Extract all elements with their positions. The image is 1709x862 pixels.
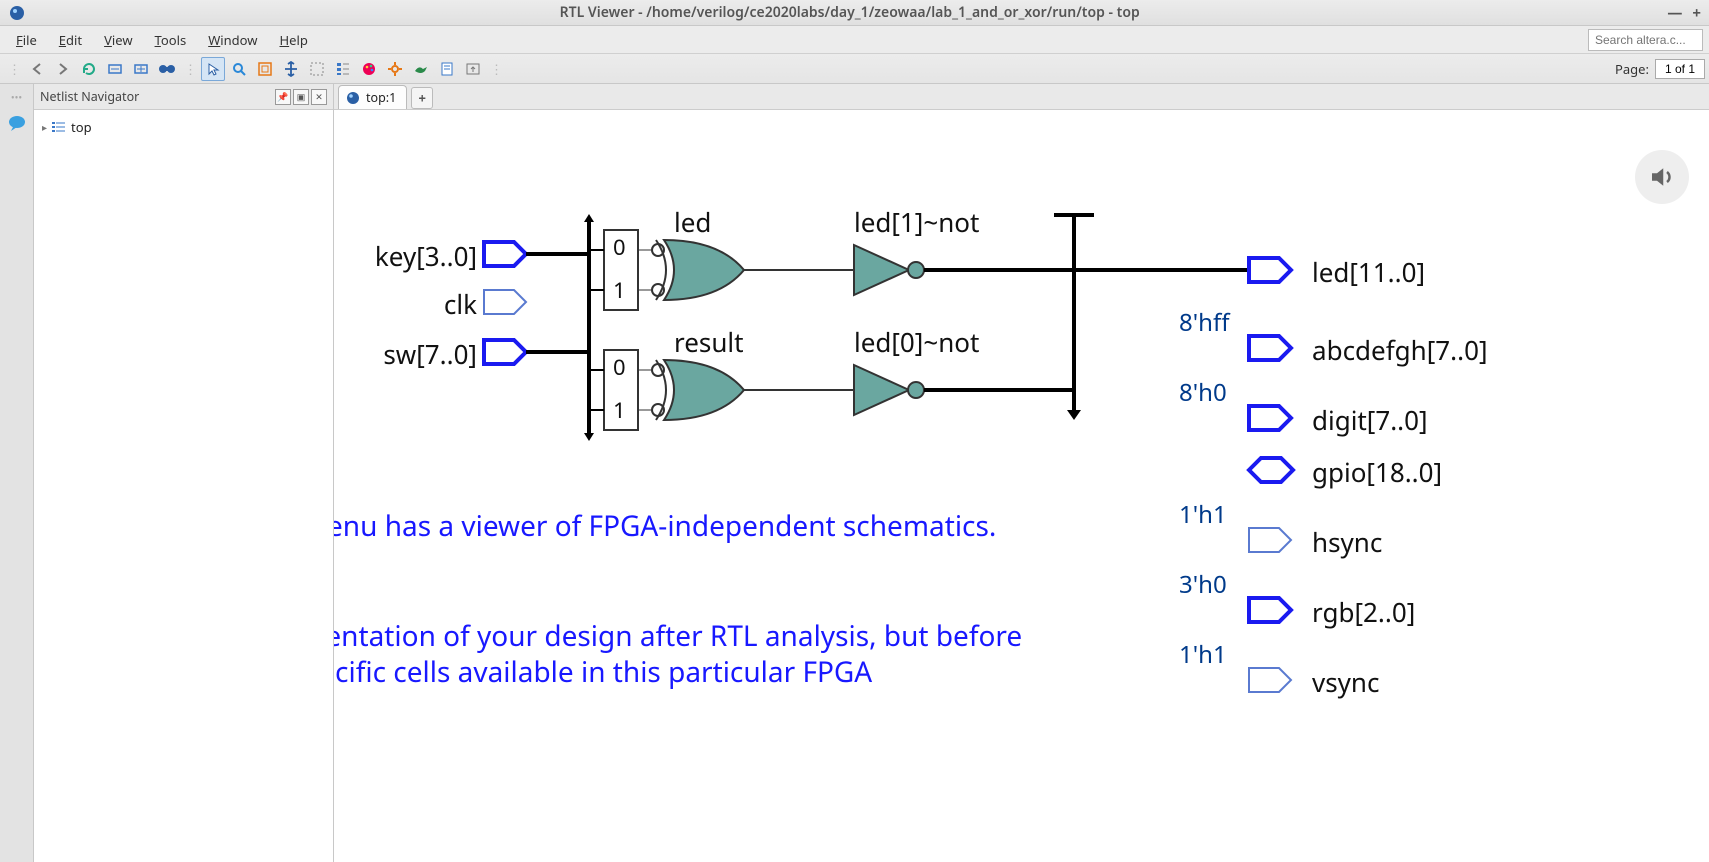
gate-result-or[interactable]	[656, 360, 744, 420]
tab-label: top:1	[366, 89, 396, 106]
label-not0: led[0]~not	[854, 324, 979, 360]
menu-edit[interactable]: Edit	[49, 28, 94, 52]
schematic-canvas[interactable]: key[3..0] clk sw[7..0] 0 1 0 1 led resul…	[334, 110, 1709, 862]
const-8h0: 8'h0	[1179, 376, 1227, 409]
annotation-p1: The task window menu has a viewer of FPG…	[334, 508, 1054, 544]
palette-tool[interactable]	[357, 57, 381, 81]
label-out-hsync: hsync	[1312, 524, 1382, 560]
tree-caret-icon[interactable]: ▸	[42, 120, 47, 134]
label-out-vsync: vsync	[1312, 664, 1379, 700]
menubar: File Edit View Tools Window Help	[0, 26, 1709, 54]
bird-tool[interactable]	[409, 57, 433, 81]
muxidx-1a: 1	[613, 275, 626, 305]
window-title: RTL Viewer - /home/verilog/ce2020labs/da…	[32, 3, 1667, 22]
refresh-button[interactable]	[77, 57, 101, 81]
zoom-in-button[interactable]	[129, 57, 153, 81]
tree-node-label: top	[71, 118, 92, 136]
tree-node-top[interactable]: ▸ top	[40, 116, 327, 138]
maximize-button[interactable]: +	[1692, 3, 1701, 23]
titlebar: RTL Viewer - /home/verilog/ce2020labs/da…	[0, 0, 1709, 26]
muxidx-0a: 0	[613, 232, 626, 262]
toolbar: ⋮ ⋮ ⋮ Page:	[0, 54, 1709, 84]
port-digit[interactable]	[1249, 406, 1291, 430]
label-out-gpio: gpio[18..0]	[1312, 454, 1442, 490]
fit-tool[interactable]	[253, 57, 277, 81]
toolbar-sep: ⋮	[180, 60, 200, 78]
const-3h0: 3'h0	[1179, 568, 1227, 601]
zoom-tool[interactable]	[227, 57, 251, 81]
gutter-dots-icon: •••	[11, 90, 22, 104]
label-gate-result: result	[674, 324, 744, 360]
port-vsync[interactable]	[1249, 668, 1291, 692]
port-hsync[interactable]	[1249, 528, 1291, 552]
label-clk: clk	[359, 286, 477, 322]
forward-button[interactable]	[51, 57, 75, 81]
export-tool[interactable]	[461, 57, 485, 81]
gate-not-led0[interactable]	[854, 365, 924, 415]
pointer-tool[interactable]	[201, 57, 225, 81]
panel-close-icon[interactable]: ✕	[311, 89, 327, 105]
netlist-tree[interactable]: ▸ top	[34, 110, 333, 862]
tab-top1[interactable]: top:1	[338, 85, 407, 109]
menu-file[interactable]: File	[6, 28, 49, 52]
label-gate-led: led	[674, 204, 711, 240]
find-button[interactable]	[155, 57, 179, 81]
back-button[interactable]	[25, 57, 49, 81]
panel-title: Netlist Navigator	[40, 88, 139, 105]
port-clk[interactable]	[484, 290, 526, 314]
port-rgb[interactable]	[1249, 598, 1291, 622]
schematic-svg	[334, 110, 1704, 862]
const-1h1a: 1'h1	[1179, 498, 1227, 531]
tab-strip: top:1 +	[334, 84, 1709, 110]
port-abcdefgh[interactable]	[1249, 336, 1291, 360]
settings-tool[interactable]	[383, 57, 407, 81]
gate-led-or[interactable]	[656, 240, 744, 300]
port-led-out[interactable]	[1249, 258, 1291, 282]
tree-node-icon	[51, 120, 67, 134]
menu-view[interactable]: View	[94, 28, 144, 52]
left-gutter: •••	[0, 84, 34, 862]
netlist-navigator-panel: Netlist Navigator 📌 ▣ ✕ ▸ top	[34, 84, 334, 862]
tab-icon	[345, 90, 361, 106]
menu-tools[interactable]: Tools	[145, 28, 199, 52]
label-out-abcdefgh: abcdefgh[7..0]	[1312, 332, 1488, 368]
annotation-p2: It shows the representation of your desi…	[334, 618, 1054, 691]
search-input[interactable]	[1588, 29, 1703, 51]
label-out-rgb: rgb[2..0]	[1312, 594, 1415, 630]
panel-restore-icon[interactable]: ▣	[293, 89, 309, 105]
muxidx-1b: 1	[613, 395, 626, 425]
toolbar-grip: ⋮	[4, 60, 24, 78]
label-key: key[3..0]	[359, 238, 477, 274]
label-not1: led[1]~not	[854, 204, 979, 240]
page-input[interactable]	[1655, 59, 1705, 79]
zoom-out-button[interactable]	[103, 57, 127, 81]
port-gpio[interactable]	[1249, 458, 1293, 482]
pan-tool[interactable]	[279, 57, 303, 81]
label-sw: sw[7..0]	[359, 336, 477, 372]
minimize-button[interactable]: —	[1667, 3, 1682, 23]
label-out-digit: digit[7..0]	[1312, 402, 1428, 438]
hierarchy-tool[interactable]	[331, 57, 355, 81]
app-icon	[8, 4, 26, 22]
report-tool[interactable]	[435, 57, 459, 81]
gate-not-led1[interactable]	[854, 245, 924, 295]
const-1h1b: 1'h1	[1179, 638, 1227, 671]
tab-add-button[interactable]: +	[411, 87, 433, 109]
const-8hff: 8'hff	[1179, 306, 1229, 339]
port-sw[interactable]	[484, 340, 526, 364]
select-area-tool[interactable]	[305, 57, 329, 81]
chat-icon[interactable]	[7, 114, 27, 132]
page-label: Page:	[1615, 60, 1649, 78]
menu-window[interactable]: Window	[198, 28, 269, 52]
port-key[interactable]	[484, 242, 526, 266]
muxidx-0b: 0	[613, 352, 626, 382]
panel-pin-icon[interactable]: 📌	[275, 89, 291, 105]
toolbar-end: ⋮	[486, 60, 506, 78]
menu-help[interactable]: Help	[270, 28, 320, 52]
label-out-led: led[11..0]	[1312, 254, 1425, 290]
